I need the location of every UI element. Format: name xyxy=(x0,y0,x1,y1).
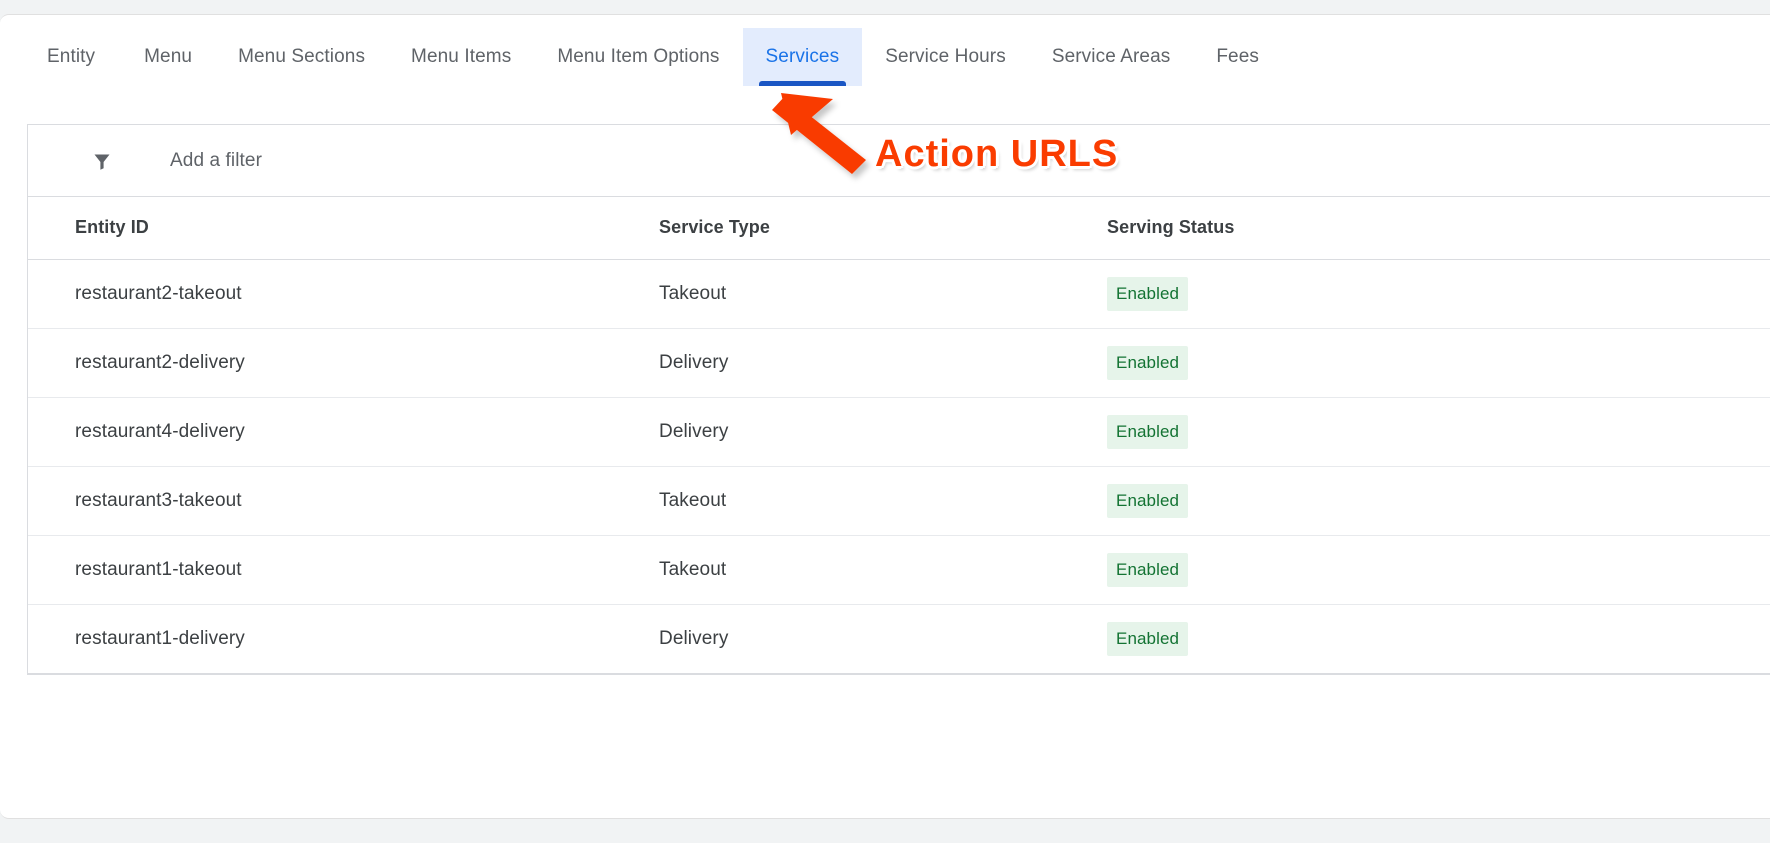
table-row[interactable]: restaurant3-takeout Takeout Enabled xyxy=(28,466,1770,536)
tab-label: Service Hours xyxy=(885,46,1006,67)
column-header-service-type[interactable]: Service Type xyxy=(659,197,1107,260)
filter-funnel-icon[interactable] xyxy=(89,148,115,174)
cell-service-type: Delivery xyxy=(659,328,1107,398)
table-row[interactable]: restaurant4-delivery Delivery Enabled xyxy=(28,397,1770,467)
cell-entity-id: restaurant2-takeout xyxy=(28,259,659,329)
tab-service-hours[interactable]: Service Hours xyxy=(862,28,1029,86)
table-header-row: Entity ID Service Type Serving Status xyxy=(28,197,1770,260)
tab-bar: Entity Menu Menu Sections Menu Items Men… xyxy=(0,28,1282,86)
services-table-container: Entity ID Service Type Serving Status re… xyxy=(27,197,1770,675)
tab-label: Fees xyxy=(1216,46,1259,67)
tab-menu-sections[interactable]: Menu Sections xyxy=(215,28,388,86)
cell-serving-status: Enabled xyxy=(1107,328,1770,398)
cell-serving-status: Enabled xyxy=(1107,535,1770,605)
tab-label: Menu xyxy=(144,46,193,67)
cell-entity-id: restaurant3-takeout xyxy=(28,466,659,536)
tab-label: Menu Sections xyxy=(238,46,366,67)
table-body: restaurant2-takeout Takeout Enabled rest… xyxy=(28,259,1770,674)
status-badge: Enabled xyxy=(1107,414,1189,449)
status-badge: Enabled xyxy=(1107,276,1189,311)
table-header: Entity ID Service Type Serving Status xyxy=(28,197,1770,260)
column-header-entity-id[interactable]: Entity ID xyxy=(28,197,659,260)
tab-entity[interactable]: Entity xyxy=(0,28,121,86)
tab-menu[interactable]: Menu xyxy=(121,28,215,86)
filter-bar[interactable]: Add a filter xyxy=(27,124,1770,197)
cell-entity-id: restaurant4-delivery xyxy=(28,397,659,467)
status-badge: Enabled xyxy=(1107,345,1189,380)
cell-entity-id: restaurant1-takeout xyxy=(28,535,659,605)
tab-label: Service Areas xyxy=(1051,46,1171,67)
cell-service-type: Delivery xyxy=(659,397,1107,467)
cell-serving-status: Enabled xyxy=(1107,259,1770,329)
cell-serving-status: Enabled xyxy=(1107,604,1770,674)
table-row[interactable]: restaurant1-delivery Delivery Enabled xyxy=(28,604,1770,674)
table-row[interactable]: restaurant2-takeout Takeout Enabled xyxy=(28,259,1770,329)
cell-entity-id: restaurant1-delivery xyxy=(28,604,659,674)
cell-service-type: Takeout xyxy=(659,535,1107,605)
tab-label: Services xyxy=(765,46,840,67)
status-badge: Enabled xyxy=(1107,483,1189,518)
tab-services[interactable]: Services xyxy=(742,28,863,86)
tab-label: Entity xyxy=(47,46,96,67)
cell-serving-status: Enabled xyxy=(1107,397,1770,467)
tab-service-areas[interactable]: Service Areas xyxy=(1029,28,1194,86)
status-badge: Enabled xyxy=(1107,621,1189,656)
column-header-serving-status[interactable]: Serving Status xyxy=(1107,197,1770,260)
tab-fees[interactable]: Fees xyxy=(1193,28,1282,86)
cell-serving-status: Enabled xyxy=(1107,466,1770,536)
table-row[interactable]: restaurant1-takeout Takeout Enabled xyxy=(28,535,1770,605)
status-badge: Enabled xyxy=(1107,552,1189,587)
table-row[interactable]: restaurant2-delivery Delivery Enabled xyxy=(28,328,1770,398)
tab-menu-item-options[interactable]: Menu Item Options xyxy=(534,28,742,86)
cell-service-type: Takeout xyxy=(659,259,1107,329)
cell-service-type: Takeout xyxy=(659,466,1107,536)
cell-entity-id: restaurant2-delivery xyxy=(28,328,659,398)
cell-service-type: Delivery xyxy=(659,604,1107,674)
tab-menu-items[interactable]: Menu Items xyxy=(388,28,534,86)
tab-label: Menu Item Options xyxy=(557,46,720,67)
filter-input-placeholder[interactable]: Add a filter xyxy=(170,150,262,172)
tab-label: Menu Items xyxy=(411,46,512,67)
services-table: Entity ID Service Type Serving Status re… xyxy=(28,197,1770,674)
